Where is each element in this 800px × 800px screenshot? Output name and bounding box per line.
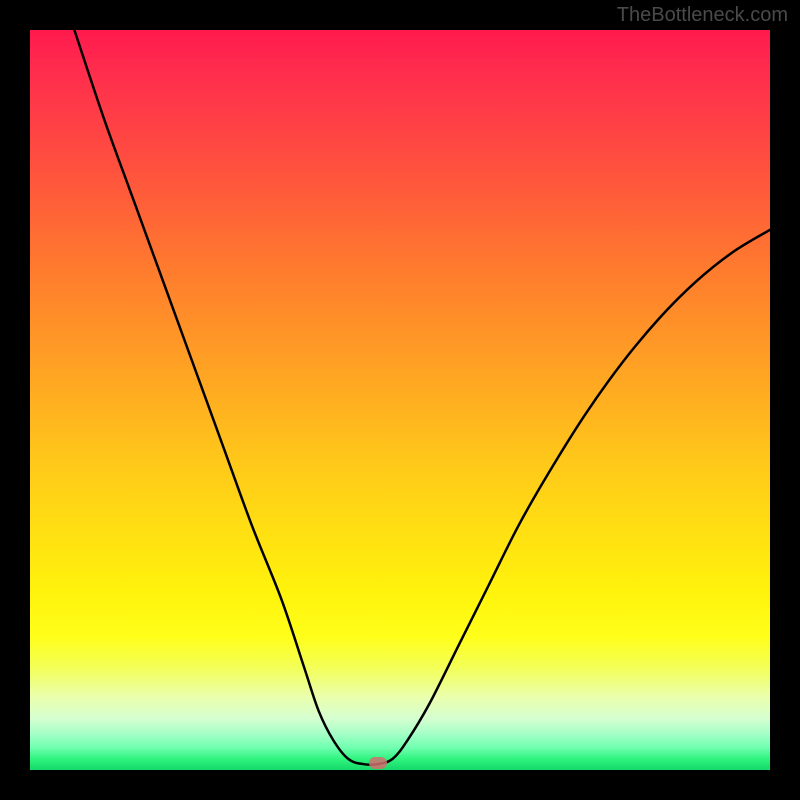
chart-curve [30,30,770,770]
watermark-text: TheBottleneck.com [617,4,788,27]
optimal-point-marker [369,757,387,769]
chart-plot-area [30,30,770,770]
